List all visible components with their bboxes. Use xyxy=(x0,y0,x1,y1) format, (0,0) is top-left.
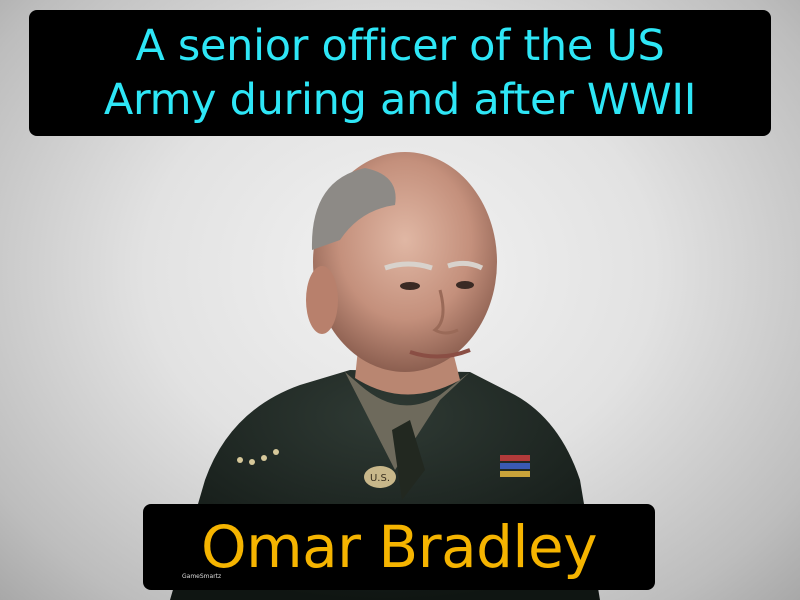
caption-box: A senior officer of the US Army during a… xyxy=(29,10,771,136)
caption-line-2: Army during and after WWII xyxy=(103,75,697,125)
svg-text:U.S.: U.S. xyxy=(370,473,390,484)
brand-watermark: GameSmartz xyxy=(182,573,222,580)
definition-caption: A senior officer of the US Army during a… xyxy=(103,19,697,127)
caption-line-1: A senior officer of the US xyxy=(135,21,665,71)
term-title: Omar Bradley xyxy=(200,513,598,581)
